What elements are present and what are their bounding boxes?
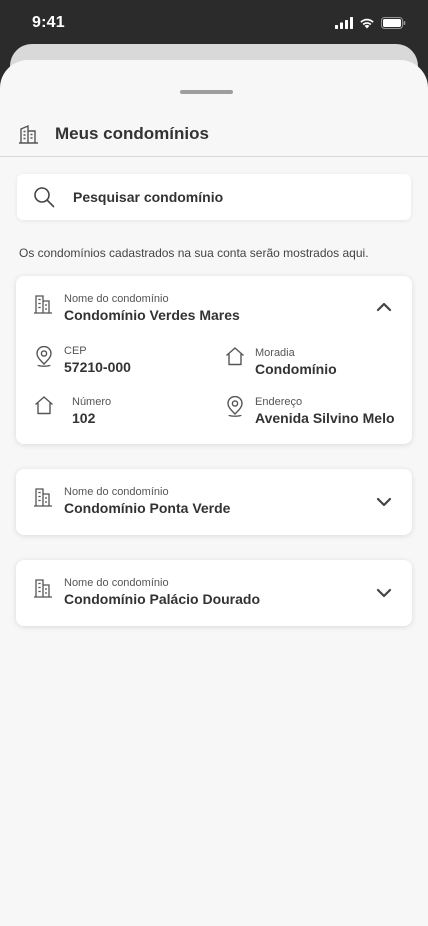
battery-icon (381, 17, 406, 29)
detail-moradia: Moradia Condomínio (225, 346, 337, 379)
search-icon (34, 187, 55, 208)
chevron-up-icon[interactable] (376, 302, 392, 312)
numero-label: Número (72, 396, 112, 408)
moradia-label: Moradia (255, 347, 295, 359)
condominium-card[interactable]: Nome do condomínio Condomínio Palácio Do… (16, 560, 412, 626)
condominium-name: Condomínio Verdes Mares (64, 307, 240, 323)
search-bar[interactable] (17, 174, 411, 220)
condominium-card[interactable]: Nome do condomínio Condomínio Verdes Mar… (16, 276, 412, 444)
building-icon (34, 295, 52, 314)
search-input[interactable] (73, 189, 373, 205)
condominium-name-label: Nome do condomínio (64, 293, 169, 305)
status-bar: 9:41 (0, 0, 428, 46)
wifi-icon (360, 18, 374, 29)
location-pin-icon (227, 396, 243, 417)
sheet-grabber-handle[interactable] (180, 90, 233, 94)
sheet-header: Meus condomínios (0, 112, 428, 157)
condominium-name: Condomínio Ponta Verde (64, 500, 231, 516)
location-pin-icon (36, 346, 52, 367)
endereco-value: Avenida Silvino Melo (255, 410, 395, 426)
signal-icon (335, 17, 353, 29)
numero-value: 102 (72, 410, 96, 426)
moradia-value: Condomínio (255, 361, 337, 377)
detail-cep: CEP 57210-000 (34, 344, 131, 377)
status-icons (335, 17, 406, 29)
chevron-down-icon[interactable] (376, 588, 392, 598)
bottom-sheet: Meus condomínios Os condomínios cadastra… (0, 60, 428, 926)
chevron-down-icon[interactable] (376, 497, 392, 507)
cep-value: 57210-000 (64, 359, 131, 375)
card-header: Nome do condomínio Condomínio Verdes Mar… (33, 292, 240, 324)
card-header: Nome do condomínio Condomínio Palácio Do… (33, 576, 260, 608)
detail-numero: Número 102 (34, 395, 111, 428)
house-icon (226, 347, 244, 366)
building-icon (34, 488, 52, 507)
info-text: Os condomínios cadastrados na sua conta … (19, 246, 369, 260)
detail-endereco: Endereço Avenida Silvino Melo (225, 395, 395, 428)
page-title: Meus condomínios (55, 124, 209, 143)
status-time: 9:41 (32, 14, 65, 31)
condominium-name-label: Nome do condomínio (64, 486, 169, 498)
building-icon (19, 124, 38, 144)
card-header: Nome do condomínio Condomínio Ponta Verd… (33, 485, 230, 517)
house-icon (35, 396, 53, 415)
condominium-card[interactable]: Nome do condomínio Condomínio Ponta Verd… (16, 469, 412, 535)
building-icon (34, 579, 52, 598)
cep-label: CEP (64, 345, 87, 357)
condominium-name: Condomínio Palácio Dourado (64, 591, 261, 607)
endereco-label: Endereço (255, 396, 303, 408)
condominium-name-label: Nome do condomínio (64, 577, 169, 589)
